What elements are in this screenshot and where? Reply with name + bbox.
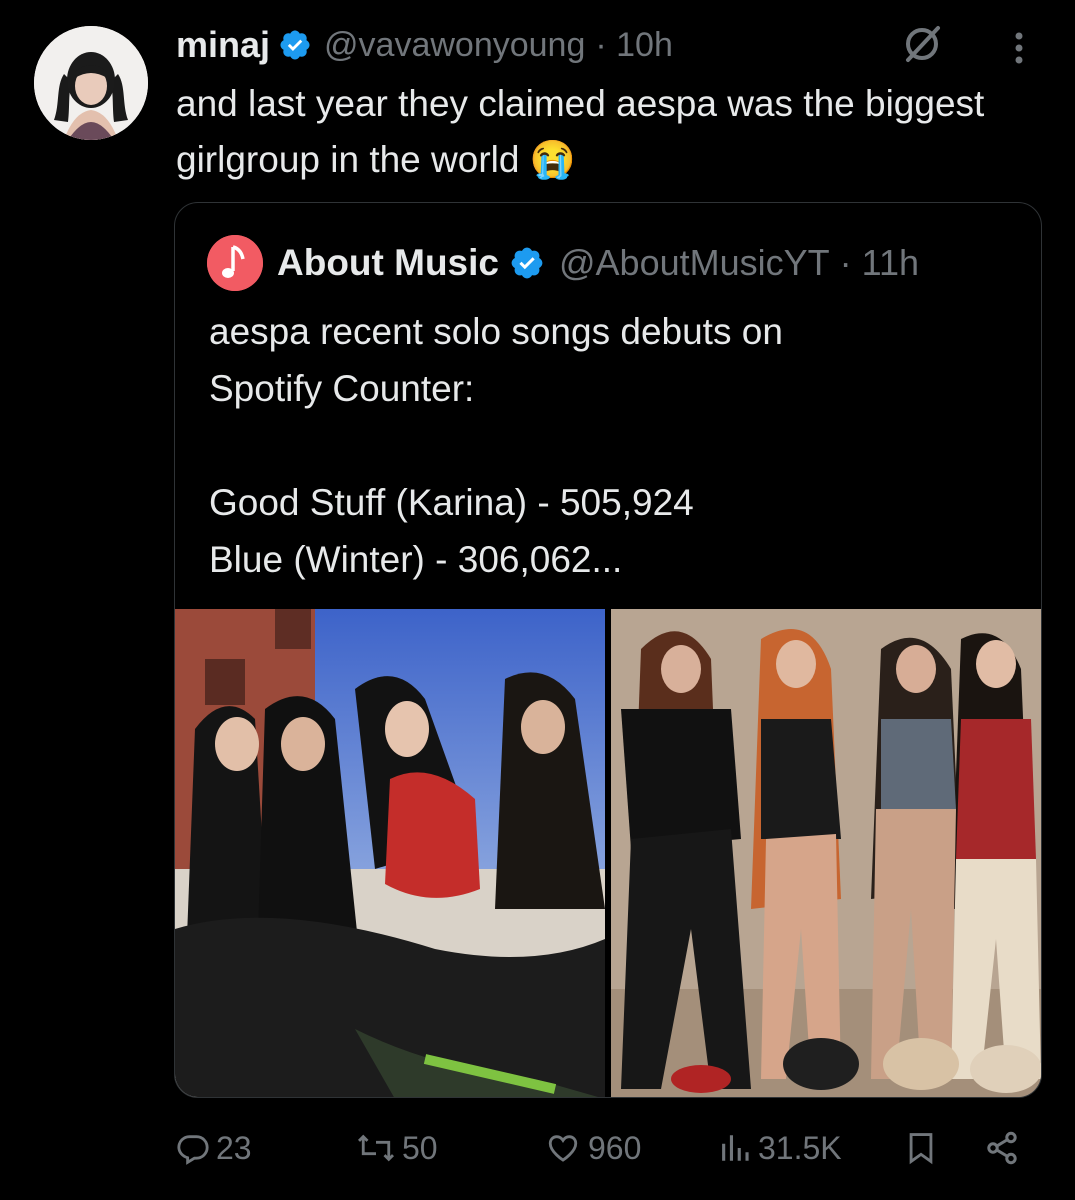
bookmark-button[interactable]: [904, 1126, 938, 1170]
repost-count: 50: [402, 1129, 438, 1166]
reply-count: 23: [216, 1129, 252, 1166]
like-count: 960: [588, 1129, 642, 1166]
quoted-text-line: Spotify Counter:: [209, 368, 475, 409]
quoted-text-line: Good Stuff (Karina) - 505,924: [209, 482, 694, 523]
more-vertical-icon[interactable]: [1004, 28, 1034, 68]
heart-icon: [548, 1135, 578, 1162]
tweet-actions: 23 50 960 31.5K: [0, 1118, 1075, 1178]
music-note-icon: [207, 235, 263, 291]
bookmark-icon: [909, 1133, 933, 1165]
quoted-tweet-text: aespa recent solo songs debuts on Spotif…: [209, 303, 1009, 588]
like-button[interactable]: 960: [544, 1126, 641, 1170]
reply-button[interactable]: 23: [176, 1126, 252, 1170]
quoted-tweet-time[interactable]: · 11h: [840, 242, 919, 284]
author-handle[interactable]: @vavawonyoung: [324, 26, 585, 65]
quoted-text-line: [209, 417, 1009, 474]
tweet-header: minaj @vavawonyoung · 10h: [176, 22, 673, 68]
tweet-text: and last year they claimed aespa was the…: [176, 83, 985, 180]
verified-check-icon: [511, 247, 543, 279]
views-count: 31.5K: [758, 1129, 842, 1166]
grok-icon[interactable]: [902, 22, 942, 66]
share-icon: [987, 1131, 1017, 1165]
media-image-right[interactable]: [611, 609, 1041, 1097]
quoted-media: [175, 609, 1041, 1097]
repost-icon: [357, 1134, 395, 1162]
views-button[interactable]: 31.5K: [718, 1126, 842, 1170]
reply-icon: [177, 1135, 209, 1165]
tweet-time[interactable]: · 10h: [595, 26, 673, 65]
share-button[interactable]: [984, 1126, 1020, 1170]
author-name[interactable]: minaj: [176, 24, 270, 66]
repost-button[interactable]: 50: [356, 1126, 438, 1170]
quoted-author-handle[interactable]: @AboutMusicYT: [559, 242, 830, 284]
views-bar-icon: [722, 1135, 749, 1161]
verified-check-icon: [280, 30, 310, 60]
quoted-avatar[interactable]: [207, 235, 263, 291]
quoted-tweet[interactable]: About Music @AboutMusicYT · 11h aespa re…: [174, 202, 1042, 1098]
quoted-text-line: aespa recent solo songs debuts on: [209, 311, 783, 352]
quoted-author-name[interactable]: About Music: [277, 242, 499, 284]
quoted-tweet-header: About Music @AboutMusicYT · 11h: [207, 235, 919, 291]
media-image-left[interactable]: [175, 609, 605, 1097]
quoted-text-line: Blue (Winter) - 306,062...: [209, 539, 623, 580]
avatar[interactable]: [34, 26, 148, 140]
